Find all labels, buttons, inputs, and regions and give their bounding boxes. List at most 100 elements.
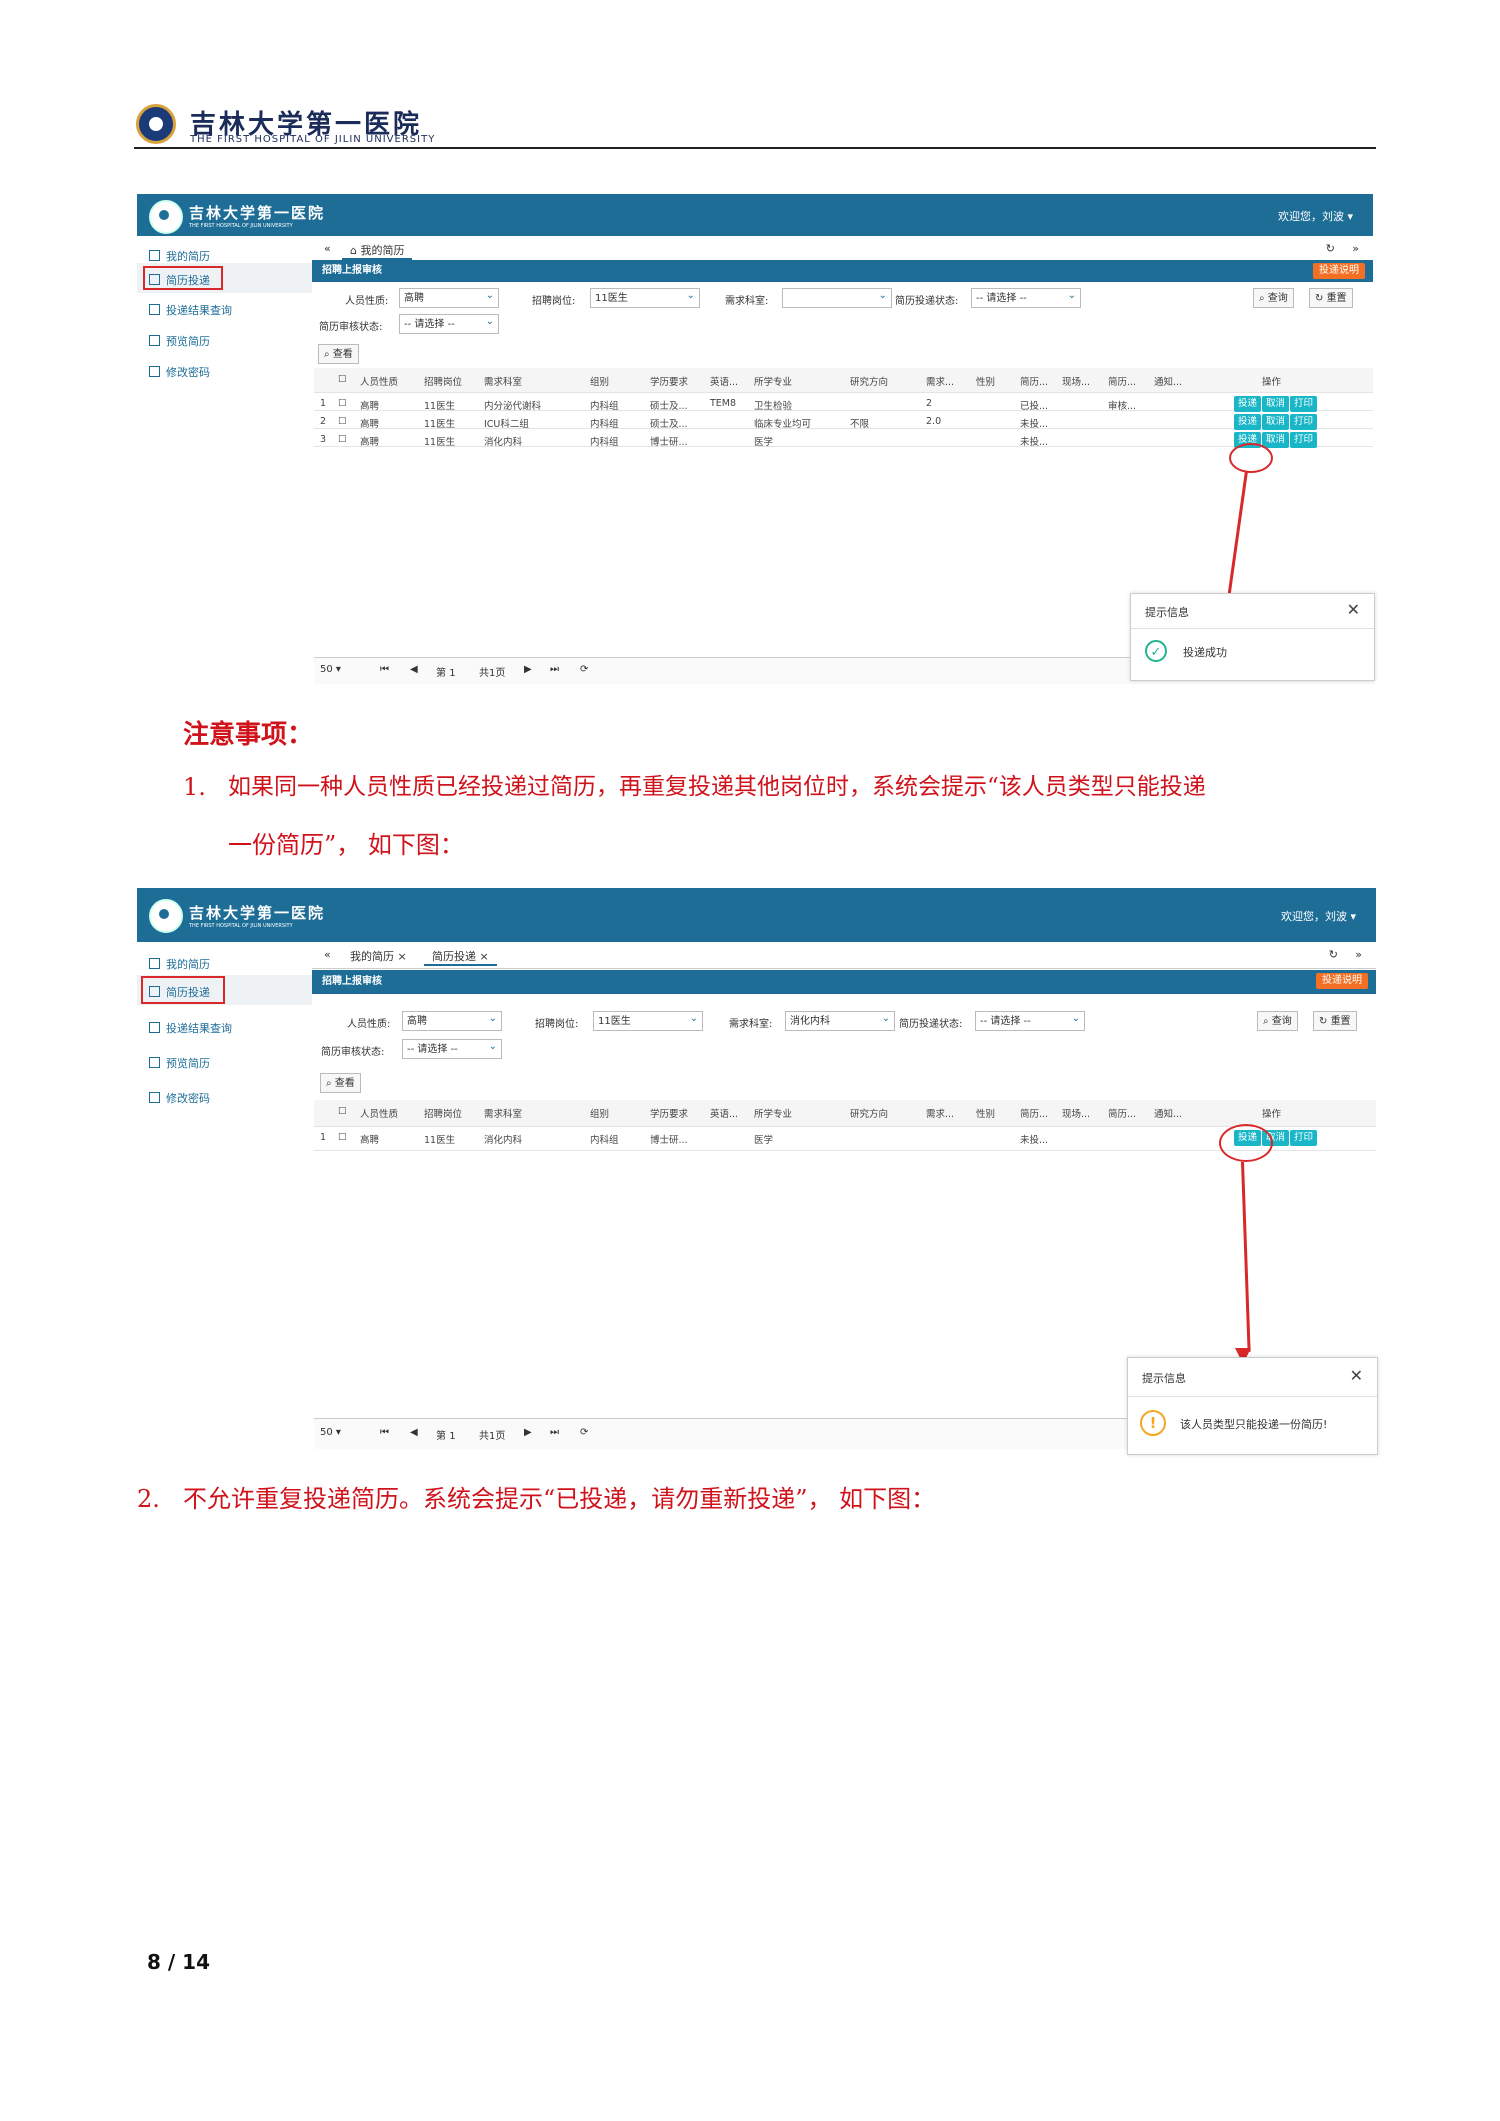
- row-number: 2: [320, 416, 327, 427]
- collapse-icon[interactable]: «: [316, 948, 339, 961]
- copy-icon: [149, 335, 160, 346]
- view-button[interactable]: ⌕ 查看: [320, 1073, 361, 1093]
- first-page-icon[interactable]: ⏮: [380, 664, 389, 675]
- warning-icon: !: [1140, 1410, 1166, 1436]
- reload-icon[interactable]: ⟳: [580, 664, 588, 675]
- view-button[interactable]: ⌕ 查看: [318, 344, 359, 364]
- first-page-icon[interactable]: ⏮: [380, 1427, 389, 1438]
- sidebar-item-my-resume[interactable]: 我的简历: [149, 248, 210, 264]
- welcome-user[interactable]: 欢迎您，刘波 ▾: [1281, 908, 1356, 924]
- reset-button[interactable]: ↻ 重置: [1309, 288, 1353, 308]
- sidebar-item-password[interactable]: 修改密码: [149, 364, 210, 380]
- grid-header: ☐ 人员性质 招聘岗位 需求科室 组别 学历要求 英语... 所学专业 研究方向…: [314, 1100, 1376, 1127]
- select-person-type[interactable]: 高聘: [399, 286, 499, 308]
- screenshot-2: 吉林大学第一医院 THE FIRST HOSPITAL OF JILIN UNIV…: [137, 888, 1378, 1455]
- table-cell: 医学: [754, 437, 774, 448]
- hospital-logo-icon: [136, 104, 176, 144]
- close-icon[interactable]: ✕: [1350, 1366, 1363, 1385]
- row-checkbox[interactable]: ☐: [338, 434, 347, 445]
- key-icon: [149, 366, 160, 377]
- note-1-line-1: 如果同一种人员性质已经投递过简历，再重复投递其他岗位时，系统会提示“该人员类型只…: [228, 774, 1206, 800]
- page-input[interactable]: 第 1: [436, 664, 456, 679]
- table-cell: 内科组: [590, 437, 619, 448]
- query-button[interactable]: ⌕ 查询: [1253, 288, 1294, 308]
- row-checkbox[interactable]: ☐: [338, 398, 347, 409]
- prev-page-icon[interactable]: ◀: [410, 1427, 418, 1438]
- tab-my-resume[interactable]: ⌂ 我的简历: [342, 242, 413, 260]
- expand-icon[interactable]: »: [1347, 948, 1370, 961]
- table-cell: 内科组: [590, 1135, 619, 1146]
- refresh-icon[interactable]: ↻: [1321, 948, 1346, 961]
- page-number: 8 / 14: [147, 1950, 210, 1974]
- cancel-button[interactable]: 取消: [1262, 432, 1290, 448]
- query-button[interactable]: ⌕ 查询: [1257, 1011, 1298, 1031]
- sidebar-item-my-resume[interactable]: 我的简历: [149, 956, 210, 972]
- header-checkbox[interactable]: ☐: [338, 374, 347, 385]
- select-status[interactable]: -- 请选择 --: [975, 1009, 1085, 1031]
- select-dept[interactable]: [782, 286, 892, 308]
- page-size-select[interactable]: 50 ▾: [320, 1427, 341, 1438]
- last-page-icon[interactable]: ⏭: [550, 664, 559, 675]
- help-button[interactable]: 投递说明: [1313, 263, 1365, 279]
- highlight-circle: [1229, 443, 1273, 473]
- table-cell: 医学: [754, 1135, 774, 1146]
- help-button[interactable]: 投递说明: [1316, 973, 1368, 989]
- toast-warning: 提示信息 ✕ ! 该人员类型只能投递一份简历!: [1127, 1357, 1378, 1455]
- select-status[interactable]: -- 请选择 --: [971, 286, 1081, 308]
- page-input[interactable]: 第 1: [436, 1427, 456, 1442]
- select-review[interactable]: -- 请选择 --: [402, 1037, 502, 1059]
- table-cell: 消化内科: [484, 437, 523, 448]
- label-person-type: 人员性质:: [345, 296, 389, 307]
- reload-icon[interactable]: ⟳: [580, 1427, 588, 1438]
- header-checkbox[interactable]: ☐: [338, 1106, 347, 1117]
- select-review[interactable]: -- 请选择 --: [399, 312, 499, 334]
- collapse-icon[interactable]: «: [316, 242, 339, 255]
- row-number: 3: [320, 434, 327, 445]
- next-page-icon[interactable]: ▶: [524, 1427, 532, 1438]
- tab-my-resume[interactable]: 我的简历 ×: [342, 948, 415, 964]
- reset-button[interactable]: ↻ 重置: [1313, 1011, 1357, 1031]
- expand-icon[interactable]: »: [1344, 242, 1367, 255]
- print-button[interactable]: 打印: [1290, 432, 1318, 448]
- app-brand: 吉林大学第一医院 THE FIRST HOSPITAL OF JILIN UNIV…: [189, 904, 326, 929]
- label-dept: 需求科室:: [725, 296, 769, 307]
- sidebar-item-password[interactable]: 修改密码: [149, 1090, 210, 1106]
- table-row: 1 ☐ 高聘 11医生 内分泌代谢科 内科组 硕士及... TEM8 卫生检验 2 已投... 审核.…: [314, 392, 1373, 412]
- refresh-icon[interactable]: ↻: [1318, 242, 1343, 255]
- next-page-icon[interactable]: ▶: [524, 664, 532, 675]
- select-position[interactable]: 11医生: [590, 286, 700, 308]
- label-review: 简历审核状态:: [321, 1047, 385, 1058]
- copy-icon: [149, 1057, 160, 1068]
- select-position[interactable]: 11医生: [593, 1009, 703, 1031]
- table-cell: 高聘: [360, 1135, 380, 1146]
- toast-message: 投递成功: [1183, 646, 1227, 659]
- table-cell: 11医生: [424, 1135, 456, 1146]
- row-checkbox[interactable]: ☐: [338, 416, 347, 427]
- sidebar-item-preview[interactable]: 预览简历: [149, 333, 210, 349]
- print-button[interactable]: 打印: [1290, 1130, 1318, 1146]
- row-number: 1: [320, 398, 327, 409]
- sidebar-item-results[interactable]: 投递结果查询: [149, 1020, 232, 1036]
- label-position: 招聘岗位:: [532, 296, 576, 307]
- tab-submit[interactable]: 简历投递 ×: [424, 948, 497, 966]
- select-person-type[interactable]: 高聘: [402, 1009, 502, 1031]
- app-topbar: 吉林大学第一医院 THE FIRST HOSPITAL OF JILIN UNIV…: [137, 888, 1376, 942]
- note-1-number: 1.: [183, 773, 206, 801]
- welcome-user[interactable]: 欢迎您，刘波 ▾: [1278, 208, 1353, 224]
- close-icon[interactable]: ✕: [1347, 600, 1360, 619]
- last-page-icon[interactable]: ⏭: [550, 1427, 559, 1438]
- highlight-circle: [1219, 1124, 1273, 1162]
- prev-page-icon[interactable]: ◀: [410, 664, 418, 675]
- table-cell: 2.0: [926, 416, 942, 427]
- page-size-select[interactable]: 50 ▾: [320, 664, 341, 675]
- app-logo-icon: [149, 200, 183, 234]
- sidebar-item-preview[interactable]: 预览简历: [149, 1055, 210, 1071]
- tab-bar: « 我的简历 × 简历投递 × ↻ »: [312, 944, 1376, 969]
- highlight-box: [141, 976, 225, 1004]
- select-dept[interactable]: 消化内科: [785, 1009, 895, 1031]
- key-icon: [149, 1092, 160, 1103]
- screenshot-1: 吉林大学第一医院 THE FIRST HOSPITAL OF JILIN UNIV…: [137, 194, 1375, 684]
- row-checkbox[interactable]: ☐: [338, 1132, 347, 1143]
- toast-success: 提示信息 ✕ ✓ 投递成功: [1130, 593, 1375, 681]
- sidebar-item-results[interactable]: 投递结果查询: [149, 302, 232, 318]
